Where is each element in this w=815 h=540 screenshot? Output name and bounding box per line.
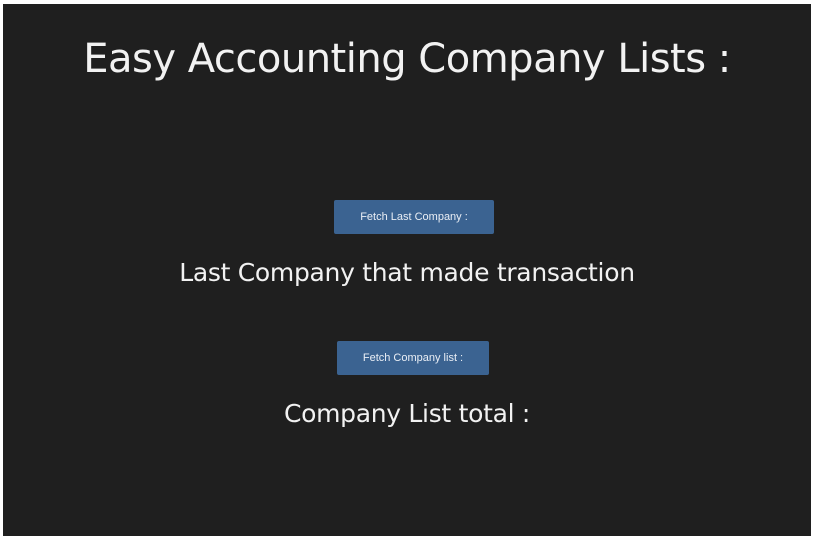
app-panel: Easy Accounting Company Lists : Fetch La… xyxy=(3,4,811,536)
company-list-total-caption: Company List total : xyxy=(283,399,531,428)
fetch-company-list-button[interactable]: Fetch Company list : xyxy=(337,341,489,375)
page-title: Easy Accounting Company Lists : xyxy=(83,36,731,82)
fetch-last-company-button[interactable]: Fetch Last Company : xyxy=(334,200,494,234)
last-company-caption: Last Company that made transaction xyxy=(179,258,635,287)
